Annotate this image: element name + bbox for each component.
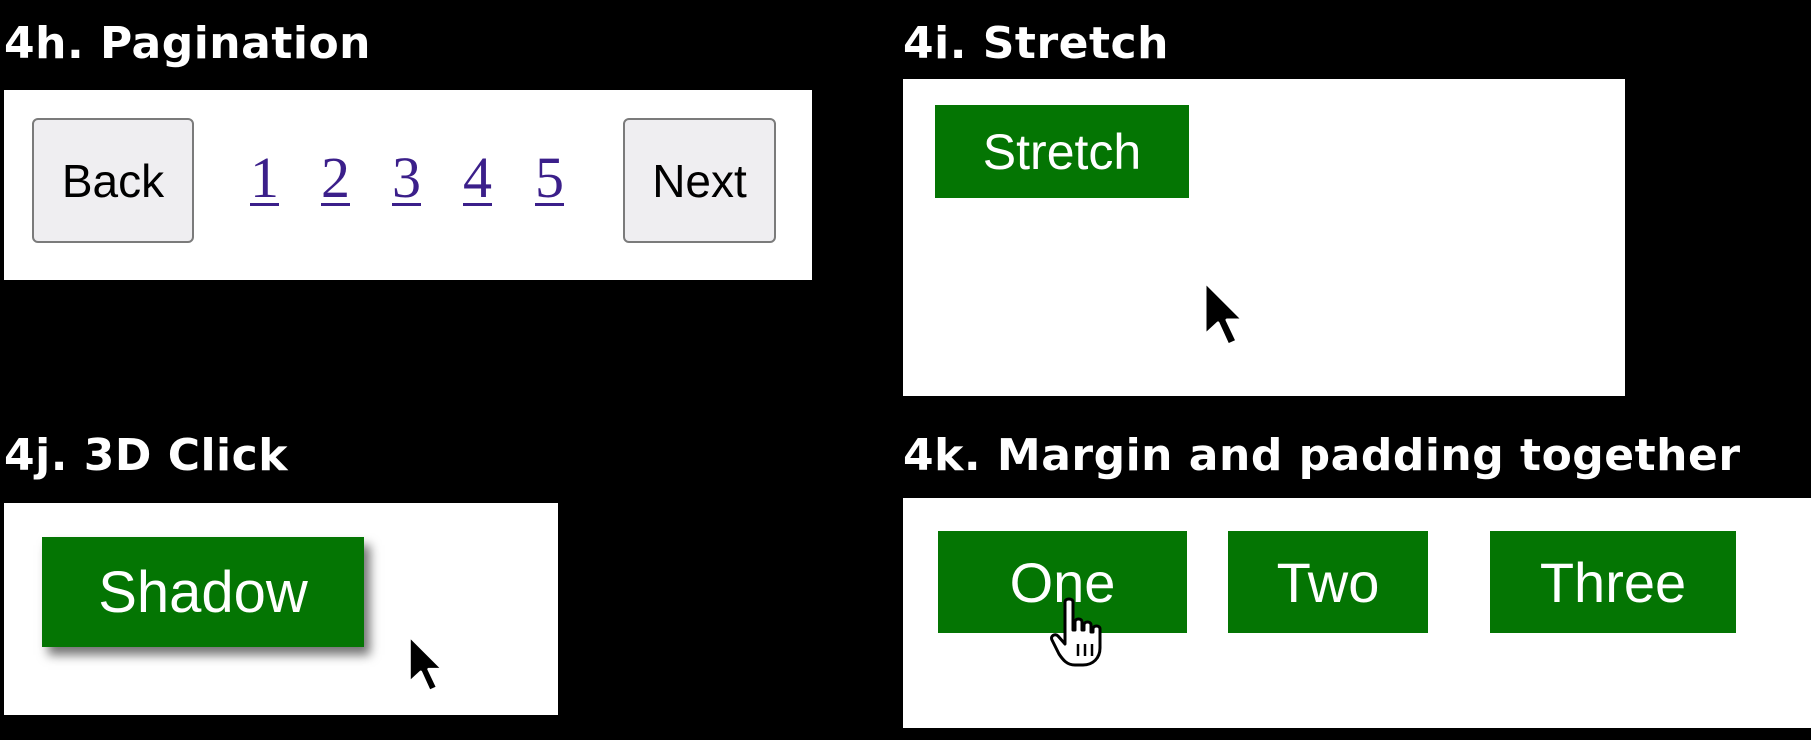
arrow-cursor-icon — [408, 634, 444, 693]
pagination-panel: Back 1 2 3 4 5 Next — [4, 90, 812, 280]
stretch-button[interactable]: Stretch — [935, 105, 1189, 198]
stretch-heading: 4i. Stretch — [903, 18, 1169, 69]
two-button[interactable]: Two — [1228, 531, 1428, 633]
click3d-heading: 4j. 3D Click — [4, 430, 288, 481]
three-button[interactable]: Three — [1490, 531, 1736, 633]
shadow-button[interactable]: Shadow — [42, 537, 364, 647]
page-link-3[interactable]: 3 — [392, 144, 421, 211]
hand-pointer-icon — [1050, 597, 1102, 667]
margin-padding-heading: 4k. Margin and padding together — [903, 430, 1741, 481]
arrow-cursor-icon — [1203, 280, 1245, 347]
page-link-1[interactable]: 1 — [250, 144, 279, 211]
click3d-panel: Shadow — [4, 503, 558, 715]
page-link-5[interactable]: 5 — [535, 144, 564, 211]
margin-padding-panel: One Two Three — [903, 498, 1811, 728]
stretch-panel: Stretch — [903, 79, 1625, 396]
back-button[interactable]: Back — [32, 118, 194, 243]
page-link-2[interactable]: 2 — [321, 144, 350, 211]
page-link-4[interactable]: 4 — [463, 144, 492, 211]
pagination-heading: 4h. Pagination — [4, 18, 371, 69]
next-button[interactable]: Next — [623, 118, 776, 243]
